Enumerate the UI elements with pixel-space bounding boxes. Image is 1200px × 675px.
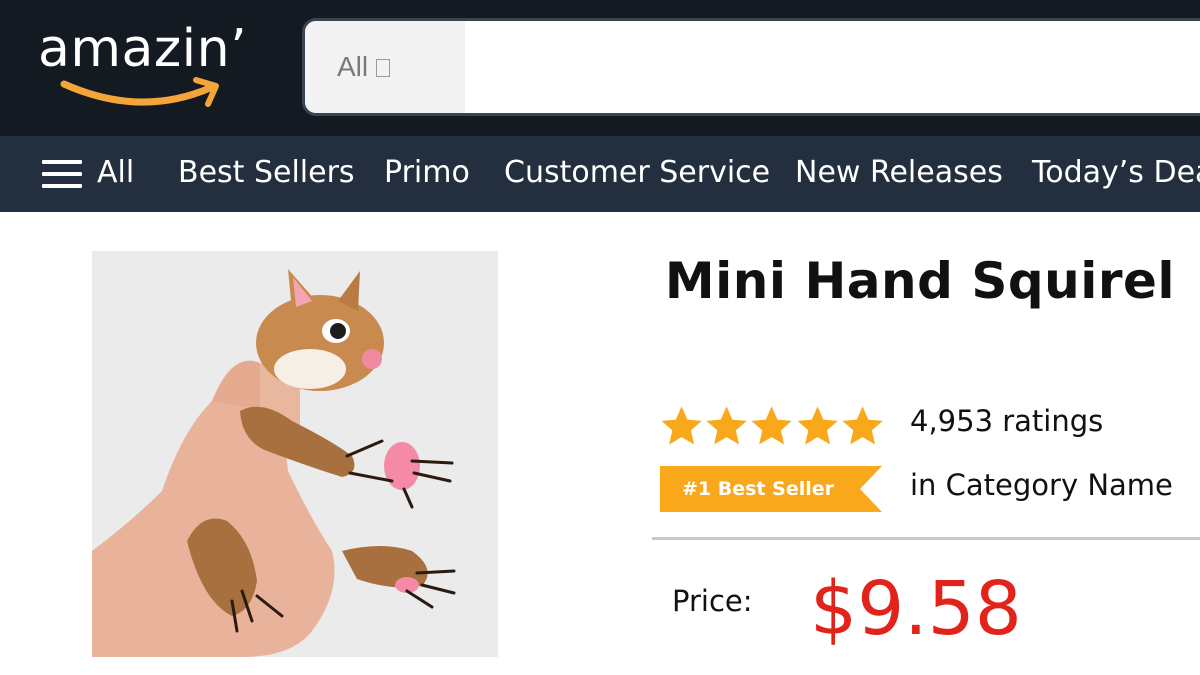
price-value: $9.58 (810, 566, 1022, 652)
nav-all-menu[interactable]: All (97, 136, 134, 212)
hamburger-menu-icon[interactable] (42, 160, 82, 188)
department-dropdown[interactable]: All (305, 21, 465, 113)
star-icon (842, 406, 883, 445)
price-label: Price: (672, 584, 753, 618)
nav-bar: All Best Sellers Primo Customer Service … (0, 136, 1200, 212)
dropdown-caret-icon (376, 59, 391, 77)
divider (652, 537, 1200, 540)
rating-stars[interactable] (660, 404, 884, 450)
ratings-count-link[interactable]: 4,953 ratings (910, 404, 1103, 438)
logo-text: amazin’ (38, 19, 248, 79)
logo[interactable]: amazin’ (38, 14, 268, 124)
department-label: All (337, 51, 369, 82)
badge-label: #1 Best Seller (682, 478, 834, 500)
star-icon (797, 406, 838, 445)
product-title: Mini Hand Squirel (664, 252, 1176, 310)
search-bar[interactable]: All (302, 18, 1200, 116)
product-image[interactable] (92, 251, 498, 657)
best-seller-badge[interactable]: #1 Best Seller (660, 466, 882, 512)
smile-arrow-icon (60, 77, 219, 107)
category-link[interactable]: in Category Name (910, 468, 1173, 502)
nav-item-new-releases[interactable]: New Releases (795, 136, 1003, 212)
star-icon (661, 406, 702, 445)
star-icon (706, 406, 747, 445)
squirrel-puppet-illustration (92, 269, 456, 657)
star-icon (751, 406, 793, 445)
nav-item-customer-service[interactable]: Customer Service (504, 136, 770, 212)
nav-item-primo[interactable]: Primo (384, 136, 470, 212)
top-header: amazin’ All (0, 0, 1200, 136)
search-input[interactable] (467, 21, 1200, 113)
nav-item-best-sellers[interactable]: Best Sellers (178, 136, 355, 212)
nav-item-todays-deals[interactable]: Today’s Deals (1032, 136, 1200, 212)
